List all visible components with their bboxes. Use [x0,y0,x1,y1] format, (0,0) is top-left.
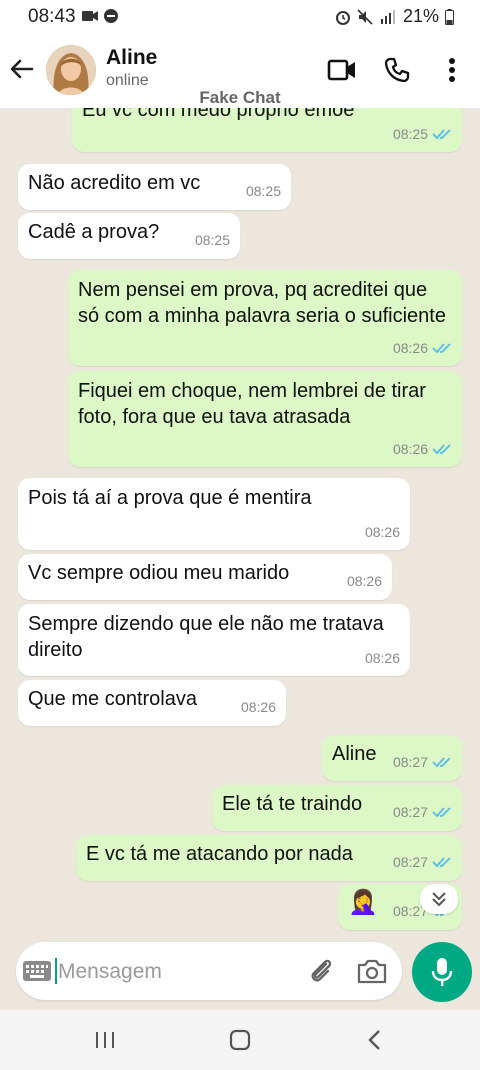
message-outgoing[interactable]: E vc tá me atacando por nada 08:27 [76,835,462,881]
message-time: 08:27 [392,754,428,770]
message-text: Aline [332,743,377,765]
scroll-to-bottom-button[interactable] [420,884,458,914]
message-time: 08:26 [240,699,276,715]
message-time: 08:25 [392,126,428,142]
message-time: 08:26 [364,650,400,666]
recent-apps-button[interactable] [90,1026,120,1054]
message-text: Sempre dizendo que ele não me tratava di… [28,613,384,661]
voice-call-button[interactable] [381,54,413,86]
message-incoming[interactable]: Que me controlava 08:26 [18,680,286,726]
read-ticks-icon [432,807,451,818]
keyboard-icon[interactable] [22,958,52,984]
system-nav-bar [0,1010,480,1070]
message-text: Vc sempre odiou meu marido [28,562,290,584]
message-emoji: 🤦‍♀️ [348,889,378,916]
message-text: Eu vc com medo próprio emoe [82,108,355,121]
scroll-down-icon [432,892,446,907]
contact-name[interactable]: Aline [106,46,157,70]
dnd-icon [104,9,118,23]
message-time: 08:26 [392,340,428,356]
message-incoming[interactable]: Vc sempre odiou meu marido 08:26 [18,554,392,600]
message-time: 08:27 [392,804,428,820]
message-time: 08:25 [245,183,281,199]
message-text: Que me controlava [28,688,197,710]
message-incoming[interactable]: Pois tá aí a prova que é mentira 08:26 [18,478,410,550]
voice-message-button[interactable] [412,942,472,1002]
message-time: 08:26 [346,573,382,589]
signal-icon [380,9,395,24]
message-text: Cadê a prova? [28,221,160,243]
home-icon [229,1029,251,1051]
message-text: Não acredito em vc [28,172,201,194]
message-time: 08:26 [392,441,428,457]
message-time: 08:25 [194,232,230,248]
message-outgoing[interactable]: Eu vc com medo próprio emoe 08:25 [72,108,462,152]
message-outgoing[interactable]: Nem pensei em prova, pq acreditei que só… [68,270,462,366]
video-call-button[interactable] [326,54,358,86]
home-button[interactable] [225,1026,255,1054]
message-text: Ele tá te traindo [222,793,363,815]
message-time: 08:27 [392,854,428,870]
status-time: 08:43 [28,6,76,27]
recent-apps-icon [96,1032,114,1048]
read-ticks-icon [432,444,451,455]
watermark: Fake Chat [199,88,281,107]
read-ticks-icon [432,757,451,768]
message-text: Pois tá aí a prova que é mentira [28,487,312,509]
attach-icon[interactable] [306,956,336,986]
back-arrow-icon [10,59,34,79]
message-outgoing[interactable]: Fiquei em choque, nem lembrei de tirar f… [68,371,462,467]
back-button[interactable] [8,55,36,83]
message-input[interactable] [56,955,290,989]
back-nav-button[interactable] [360,1026,390,1054]
video-call-icon [327,59,355,81]
read-ticks-icon [432,129,451,140]
camera-icon[interactable] [356,956,388,986]
message-incoming[interactable]: Cadê a prova? 08:25 [18,213,240,259]
message-incoming[interactable]: Sempre dizendo que ele não me tratava di… [18,604,410,676]
back-nav-icon [368,1030,380,1050]
status-bar: 08:43 21% [0,0,480,34]
battery-icon [445,8,454,25]
battery-percent: 21% [402,6,439,26]
message-incoming[interactable]: Não acredito em vc 08:25 [18,164,291,210]
message-text: Nem pensei em prova, pq acreditei que só… [78,279,446,327]
phone-icon [384,57,410,83]
read-ticks-icon [432,857,451,868]
message-text: E vc tá me atacando por nada [86,843,353,865]
more-vert-icon [449,58,455,82]
read-ticks-icon [432,343,451,354]
mute-icon [357,8,373,25]
chat-area[interactable]: Eu vc com medo próprio emoe 08:25 Não ac… [0,108,480,944]
mic-icon [431,958,453,986]
video-camera-notification-icon [82,11,98,21]
alarm-icon [335,10,350,25]
more-options-button[interactable] [436,54,468,86]
message-composer [16,942,402,1000]
message-time: 08:26 [364,524,400,540]
message-outgoing[interactable]: Aline 08:27 [322,735,462,781]
message-outgoing[interactable]: Ele tá te traindo 08:27 [212,785,462,831]
message-text: Fiquei em choque, nem lembrei de tirar f… [78,380,426,428]
